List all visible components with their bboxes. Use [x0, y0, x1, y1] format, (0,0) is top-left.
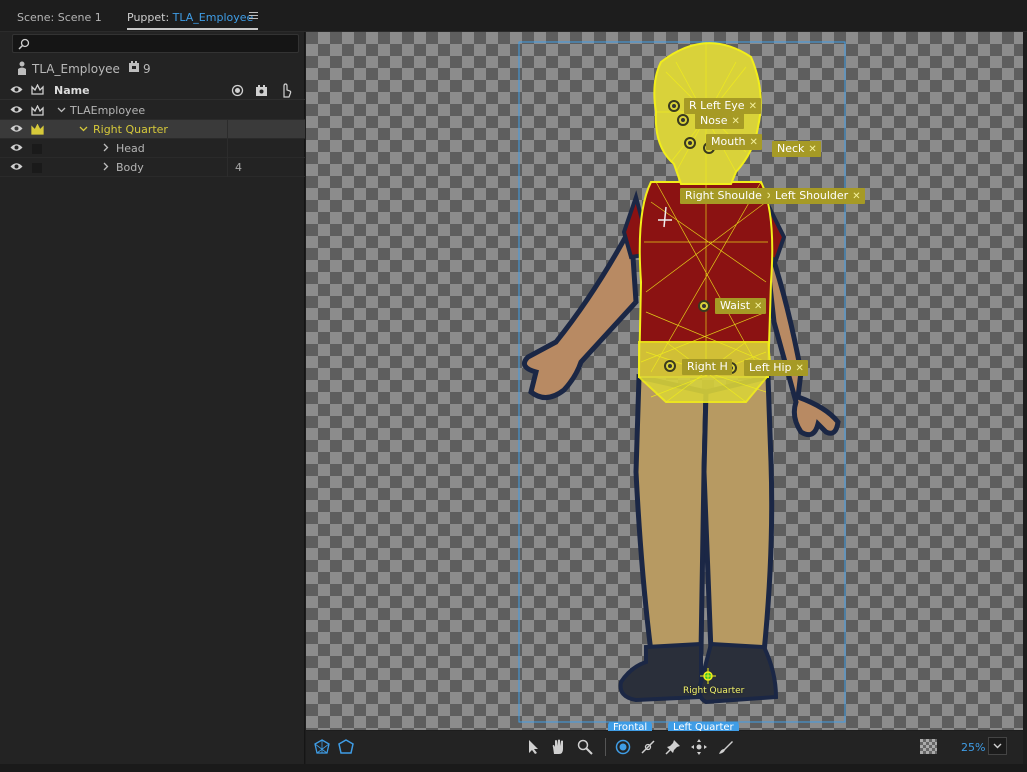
- tab-scene[interactable]: Scene: Scene 1: [17, 11, 102, 24]
- mesh-view-icon[interactable]: [314, 739, 330, 755]
- handle-tag-label: Neck: [777, 142, 805, 155]
- crown-icon[interactable]: [31, 124, 44, 136]
- handle-tag-eyes[interactable]: R Left Eye ✕: [684, 98, 761, 114]
- puppet-artwork[interactable]: [306, 32, 1023, 730]
- layer-label: TLAEmployee: [70, 104, 146, 117]
- visibility-eye-icon[interactable]: [10, 105, 23, 114]
- draw-tool-icon[interactable]: [718, 739, 734, 755]
- layer-row-right-quarter[interactable]: Right Quarter: [0, 120, 305, 139]
- handle-tag-label: Waist: [720, 299, 751, 312]
- origin-handle-icon[interactable]: [700, 668, 716, 684]
- hand-touch-icon[interactable]: [280, 83, 292, 98]
- handle-pin[interactable]: [677, 114, 689, 126]
- window-footer: [0, 764, 1027, 772]
- dragger-tool-icon[interactable]: [691, 739, 707, 755]
- stick-tool-icon[interactable]: [640, 739, 656, 755]
- chevron-down-icon[interactable]: [57, 105, 66, 114]
- crown-icon[interactable]: [31, 84, 44, 96]
- close-icon[interactable]: ✕: [852, 191, 860, 202]
- handle-tag-label: Left Hip: [749, 361, 792, 374]
- layer-list-header: Name: [0, 81, 305, 100]
- visibility-eye-icon[interactable]: [10, 162, 23, 171]
- tag-checkbox[interactable]: [32, 144, 42, 154]
- handle-tag-label: Right H: [687, 360, 728, 373]
- tab-puppet[interactable]: Puppet: TLA_Employee: [127, 11, 253, 24]
- puppet-canvas[interactable]: R Left Eye ✕ Nose ✕ Mouth ✕ Neck ✕ Right Sho…: [306, 32, 1023, 730]
- handle-tag-right-shoulder[interactable]: Right Shoulde✕: [680, 188, 779, 204]
- layers-count-icon: [129, 61, 139, 72]
- layer-row-head[interactable]: Head: [0, 139, 305, 158]
- panel-tab-bar: Scene: Scene 1 Puppet: TLA_Employee: [0, 0, 1027, 32]
- record-icon[interactable]: [231, 84, 244, 97]
- search-input[interactable]: [12, 34, 299, 53]
- layer-behavior-count: 4: [235, 161, 242, 174]
- hand-pan-icon[interactable]: [550, 739, 566, 755]
- tab-puppet-prefix: Puppet:: [127, 11, 173, 24]
- layer-count: 9: [143, 62, 151, 76]
- puppet-name-label: TLA_Employee: [32, 62, 120, 76]
- origin-label: Right Quarter: [683, 686, 745, 696]
- layer-label: Right Quarter: [93, 123, 168, 136]
- zoom-level[interactable]: 25%: [961, 741, 985, 754]
- close-icon[interactable]: ✕: [754, 301, 762, 312]
- crown-icon[interactable]: [31, 105, 44, 117]
- origin-tool-icon[interactable]: [615, 739, 631, 755]
- layer-label: Body: [116, 161, 144, 174]
- zoom-dropdown[interactable]: [988, 737, 1007, 755]
- close-icon[interactable]: ✕: [749, 101, 757, 112]
- handle-tag-waist[interactable]: Waist ✕: [715, 298, 767, 314]
- handle-tag-label: Nose: [700, 114, 728, 127]
- select-arrow-icon[interactable]: [527, 739, 541, 755]
- column-divider: [227, 120, 228, 139]
- handle-tag-label: Left Shoulder: [775, 189, 849, 202]
- active-tab-indicator: [127, 28, 258, 30]
- close-icon[interactable]: ✕: [808, 144, 816, 155]
- layer-label: Head: [116, 142, 145, 155]
- zoom-icon[interactable]: [577, 739, 593, 755]
- handle-pin[interactable]: [664, 360, 676, 372]
- close-icon[interactable]: ✕: [749, 137, 757, 148]
- column-divider: [227, 158, 228, 177]
- pin-tool-icon[interactable]: [665, 739, 681, 755]
- panel-menu-icon[interactable]: [249, 12, 258, 20]
- column-name: Name: [54, 84, 90, 97]
- handle-tag-label: Mouth: [711, 135, 746, 148]
- chevron-down-icon[interactable]: [79, 124, 88, 133]
- visibility-eye-icon[interactable]: [10, 124, 23, 133]
- layer-row-tlaemployee[interactable]: TLAEmployee: [0, 101, 305, 120]
- chevron-down-icon: [993, 743, 1002, 749]
- outline-view-icon[interactable]: [338, 739, 354, 755]
- toolbar-separator: [605, 738, 606, 756]
- layer-row-body[interactable]: Body 4: [0, 158, 305, 177]
- handle-tag-label: Right Shoulde: [685, 189, 762, 202]
- column-divider: [227, 139, 228, 158]
- handle-tag-left-hip[interactable]: Left Hip ✕: [744, 360, 808, 376]
- handle-pin[interactable]: [698, 300, 710, 312]
- close-icon[interactable]: ✕: [731, 116, 739, 127]
- handle-tag-right-hip[interactable]: Right H: [682, 359, 732, 375]
- camera-input-icon[interactable]: [255, 84, 268, 97]
- handle-tag-mouth[interactable]: Mouth ✕: [706, 134, 762, 150]
- canvas-toolbar: 25%: [306, 731, 1023, 764]
- close-icon[interactable]: ✕: [796, 363, 804, 374]
- handle-tag-left-shoulder[interactable]: Left Shoulder ✕: [770, 188, 865, 204]
- tag-checkbox[interactable]: [32, 163, 42, 173]
- puppet-info-row: TLA_Employee 9: [0, 57, 305, 79]
- character-animator-window: Scene: Scene 1 Puppet: TLA_Employee TLA_…: [0, 0, 1027, 772]
- handle-tag-label: R Left Eye: [689, 99, 745, 112]
- handle-tag-neck[interactable]: Neck ✕: [772, 141, 821, 157]
- handle-tag-nose[interactable]: Nose ✕: [695, 113, 744, 129]
- chevron-right-icon[interactable]: [101, 162, 110, 171]
- tab-puppet-name: TLA_Employee: [172, 11, 254, 24]
- panel-edge: [1023, 32, 1027, 772]
- puppet-icon: [18, 61, 26, 75]
- eye-icon[interactable]: [10, 85, 23, 94]
- transparency-grid-icon[interactable]: [920, 739, 937, 754]
- puppet-panel: TLA_Employee 9 Name TLAEmployee Right Qu…: [0, 32, 305, 772]
- visibility-eye-icon[interactable]: [10, 143, 23, 152]
- handle-pin[interactable]: [684, 137, 696, 149]
- handle-pin[interactable]: [668, 100, 680, 112]
- chevron-right-icon[interactable]: [101, 143, 110, 152]
- search-icon: [18, 38, 30, 50]
